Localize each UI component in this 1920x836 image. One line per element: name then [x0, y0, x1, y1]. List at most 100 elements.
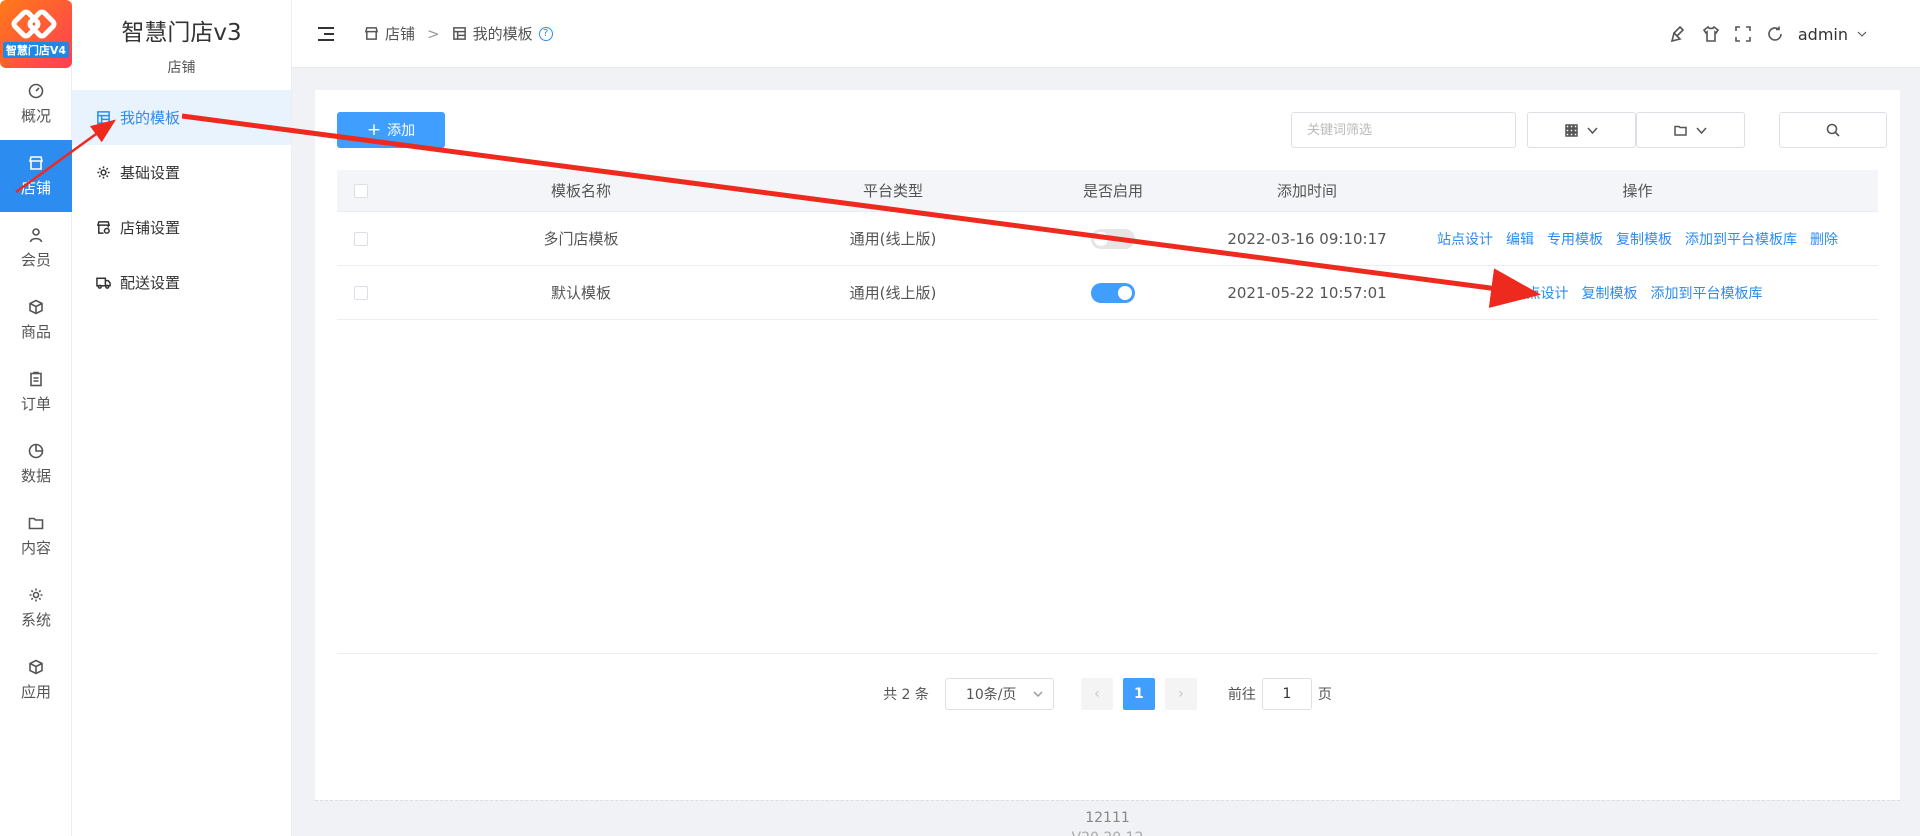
rail-item-goods[interactable]: 商品 — [0, 284, 72, 356]
store-icon — [28, 155, 44, 170]
fullscreen-icon[interactable] — [1734, 25, 1752, 43]
copy-template-link[interactable]: 复制模板 — [1582, 283, 1638, 303]
table-row: 默认模板 通用(线上版) 2021-05-22 10:57:01 站点设计 复制… — [337, 266, 1878, 320]
site-design-link[interactable]: 站点设计 — [1437, 229, 1493, 249]
sidebar-item-my-templates[interactable]: 我的模板 — [72, 90, 291, 145]
sidebar-item-basic-settings[interactable]: 基础设置 — [72, 145, 291, 200]
breadcrumb-root[interactable]: 店铺 — [385, 23, 415, 44]
search-icon — [1826, 123, 1840, 137]
row-actions: 站点设计 复制模板 添加到平台模板库 — [1397, 283, 1878, 303]
page-number[interactable]: 1 — [1122, 678, 1155, 710]
sidebar-item-store-settings[interactable]: 店铺设置 — [72, 200, 291, 255]
rail-item-label: 概况 — [20, 106, 51, 125]
menu-fold-icon[interactable] — [318, 26, 334, 41]
clipboard-icon — [30, 371, 42, 386]
folder-icon — [1673, 125, 1687, 136]
footer-line-1: 12111 — [1085, 810, 1130, 826]
pie-icon — [28, 443, 44, 458]
template-icon — [452, 27, 466, 40]
template-name: 默认模板 — [550, 284, 611, 302]
rail-item-label: 店铺 — [20, 178, 51, 197]
enable-switch[interactable] — [1091, 228, 1135, 249]
goto-suffix: 页 — [1317, 687, 1332, 703]
rail-item-content[interactable]: 内容 — [0, 500, 72, 572]
rail-item-label: 会员 — [20, 250, 51, 269]
template-name: 多门店模板 — [543, 230, 619, 248]
select-all-checkbox[interactable] — [354, 183, 368, 198]
add-button-label: 添加 — [387, 123, 416, 139]
delete-link[interactable]: 删除 — [1810, 229, 1838, 249]
store-settings-icon — [96, 221, 111, 234]
app-logo[interactable]: 智慧门店V4 — [0, 0, 72, 68]
copy-template-link[interactable]: 复制模板 — [1616, 229, 1672, 249]
rail-item-label: 应用 — [20, 682, 51, 701]
edit-link[interactable]: 编辑 — [1506, 229, 1534, 249]
sidebar-item-label: 我的模板 — [120, 109, 181, 127]
view-mode-select[interactable] — [1527, 112, 1636, 148]
grid-icon — [1564, 123, 1578, 137]
rail-item-orders[interactable]: 订单 — [0, 356, 72, 428]
platform-type: 通用(线上版) — [849, 284, 937, 302]
secondary-sidebar: 智慧门店v3 店铺 我的模板 基础设置 店铺设置 配送设置 — [72, 0, 292, 836]
gear-icon — [97, 166, 110, 179]
shirt-icon[interactable] — [1702, 25, 1720, 43]
user-menu[interactable]: admin — [1798, 25, 1868, 44]
refresh-icon[interactable] — [1766, 25, 1784, 43]
enable-switch[interactable] — [1091, 282, 1135, 303]
goto-prefix: 前往 — [1227, 687, 1256, 703]
search-button[interactable] — [1779, 112, 1887, 148]
template-table: 模板名称 平台类型 是否启用 添加时间 操作 多门店模板 通用(线上版) 202… — [337, 170, 1878, 320]
added-time: 2021-05-22 10:57:01 — [1227, 283, 1387, 302]
rail-item-overview[interactable]: 概况 — [0, 68, 72, 140]
plus-icon: + — [366, 120, 382, 140]
add-button[interactable]: + 添加 — [337, 112, 445, 148]
sidebar-item-label: 基础设置 — [120, 164, 181, 182]
dedicated-template-link[interactable]: 专用模板 — [1547, 229, 1603, 249]
added-time: 2022-03-16 09:10:17 — [1227, 229, 1387, 248]
sidebar-item-label: 配送设置 — [120, 274, 181, 292]
pagination: 共 2 条 10条/页 ‹ 1 › 前往 页 — [315, 678, 1900, 710]
prev-page-button[interactable]: ‹ — [1080, 678, 1113, 710]
logo-icon — [9, 7, 59, 41]
add-to-platform-library-link[interactable]: 添加到平台模板库 — [1651, 283, 1763, 303]
rail-item-label: 订单 — [20, 394, 51, 413]
brush-icon[interactable] — [1670, 25, 1688, 43]
sidebar-item-delivery-settings[interactable]: 配送设置 — [72, 255, 291, 310]
page-size-value: 10条/页 — [965, 687, 1017, 703]
rail-item-label: 内容 — [20, 538, 51, 557]
footer-line-2: V20.20.12 — [315, 828, 1900, 836]
breadcrumb: 店铺 > 我的模板 ? — [364, 23, 553, 44]
row-actions: 站点设计 编辑 专用模板 复制模板 添加到平台模板库 删除 — [1397, 229, 1878, 249]
rail-item-system[interactable]: 系统 — [0, 572, 72, 644]
site-design-link[interactable]: 站点设计 — [1513, 283, 1569, 303]
sidebar-title: 智慧门店v3 — [121, 20, 242, 46]
rail-item-store[interactable]: 店铺 — [0, 140, 72, 212]
store-icon — [364, 27, 379, 40]
rail-item-member[interactable]: 会员 — [0, 212, 72, 284]
rail-item-data[interactable]: 数据 — [0, 428, 72, 500]
truck-icon — [96, 277, 111, 289]
column-header: 操作 — [1622, 182, 1653, 200]
table-row: 多门店模板 通用(线上版) 2022-03-16 09:10:17 站点设计 编… — [337, 212, 1878, 266]
cube-icon — [29, 659, 43, 674]
column-header: 模板名称 — [550, 182, 611, 200]
add-to-platform-library-link[interactable]: 添加到平台模板库 — [1685, 229, 1797, 249]
goto-page-input[interactable] — [1261, 678, 1312, 710]
header-actions: admin — [1670, 0, 1868, 68]
total-count: 共 2 条 — [883, 687, 929, 703]
top-header: 店铺 > 我的模板 ? admin — [292, 0, 1920, 68]
page-size-select[interactable]: 10条/页 — [944, 678, 1054, 710]
folder-select[interactable] — [1636, 112, 1745, 148]
rail-item-label: 数据 — [20, 466, 51, 485]
help-icon[interactable]: ? — [538, 26, 553, 41]
footer-divider — [315, 800, 1900, 801]
keyword-filter-input[interactable] — [1291, 112, 1516, 148]
user-icon — [29, 227, 43, 242]
logo-text: 智慧门店V4 — [2, 42, 70, 58]
row-checkbox[interactable] — [354, 231, 368, 246]
rail-item-apps[interactable]: 应用 — [0, 644, 72, 716]
goto-page: 前往 页 — [1228, 678, 1332, 710]
row-checkbox[interactable] — [354, 285, 368, 300]
next-page-button[interactable]: › — [1164, 678, 1197, 710]
column-header: 添加时间 — [1276, 182, 1337, 200]
